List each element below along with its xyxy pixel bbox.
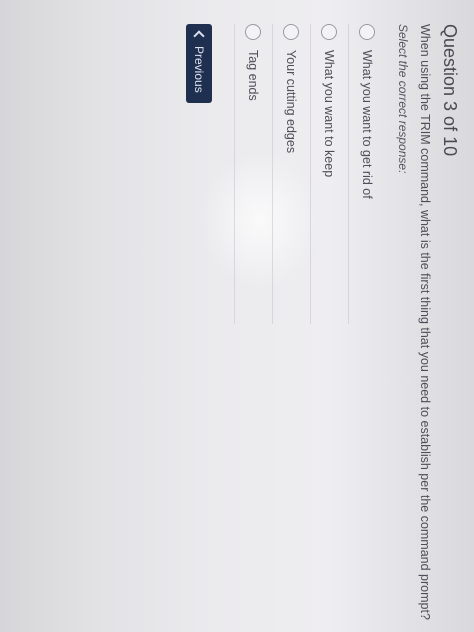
instruction-text: Select the correct response:: [396, 24, 410, 174]
answer-option-3[interactable]: Your cutting edges: [272, 24, 310, 324]
question-text: When using the TRIM command, what is the…: [418, 24, 432, 620]
previous-button[interactable]: Previous: [186, 24, 212, 103]
radio-button-icon[interactable]: [359, 24, 376, 40]
answer-option-label: What you want to keep: [322, 50, 337, 178]
answer-option-2[interactable]: What you want to keep: [310, 24, 348, 324]
answer-option-label: Tag ends: [246, 50, 261, 101]
chevron-left-icon: [193, 30, 205, 42]
answer-option-label: What you want to get rid of: [360, 50, 375, 199]
question-counter: Question 3 of 10: [440, 24, 460, 157]
quiz-screen: Question 3 of 10 When using the TRIM com…: [0, 0, 474, 632]
radio-button-icon[interactable]: [321, 24, 338, 40]
answer-option-1[interactable]: What you want to get rid of: [348, 24, 386, 324]
radio-button-icon[interactable]: [245, 24, 262, 40]
previous-button-label: Previous: [192, 46, 206, 93]
radio-button-icon[interactable]: [283, 24, 300, 40]
answer-options: What you want to get rid of What you wan…: [234, 24, 386, 324]
quiz-panel: Question 3 of 10 When using the TRIM com…: [0, 0, 474, 632]
answer-option-label: Your cutting edges: [284, 50, 299, 154]
answer-option-4[interactable]: Tag ends: [234, 24, 272, 324]
